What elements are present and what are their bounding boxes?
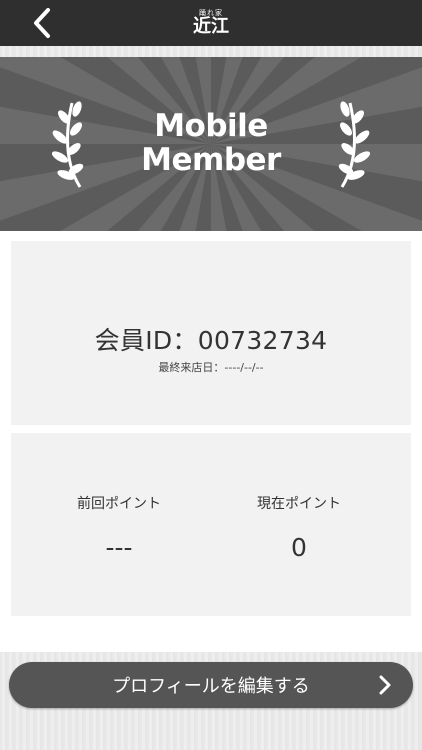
- mobile-member-banner: Mobile Member: [0, 57, 422, 231]
- chevron-left-icon: [34, 8, 50, 38]
- navigation-bar: 踊れ家 近江: [0, 0, 422, 46]
- current-points: 現在ポイント 0: [199, 493, 399, 562]
- previous-points-value: ---: [105, 533, 133, 562]
- previous-points-label: 前回ポイント: [77, 496, 161, 512]
- current-points-value: 0: [291, 533, 307, 562]
- edit-profile-button[interactable]: プロフィールを編集する: [9, 662, 413, 708]
- app-logo: 踊れ家 近江: [193, 10, 229, 36]
- member-id: 会員ID：00732734: [94, 326, 328, 355]
- logo-title: 近江: [193, 16, 229, 37]
- last-visit-date: 最終来店日：----/--/--: [158, 361, 264, 374]
- current-points-label: 現在ポイント: [257, 496, 341, 512]
- chevron-right-icon: [379, 675, 391, 695]
- bottom-bar: プロフィールを編集する: [0, 652, 422, 750]
- back-button[interactable]: [26, 6, 60, 40]
- points-card: 前回ポイント --- 現在ポイント 0: [11, 433, 411, 616]
- member-card: 会員ID：00732734 最終来店日：----/--/--: [11, 241, 411, 425]
- laurel-right-icon: [338, 101, 371, 188]
- member-content: 会員ID：00732734 最終来店日：----/--/-- 前回ポイント --…: [0, 231, 422, 652]
- previous-points: 前回ポイント ---: [19, 493, 219, 562]
- edit-profile-label: プロフィールを編集する: [112, 676, 310, 697]
